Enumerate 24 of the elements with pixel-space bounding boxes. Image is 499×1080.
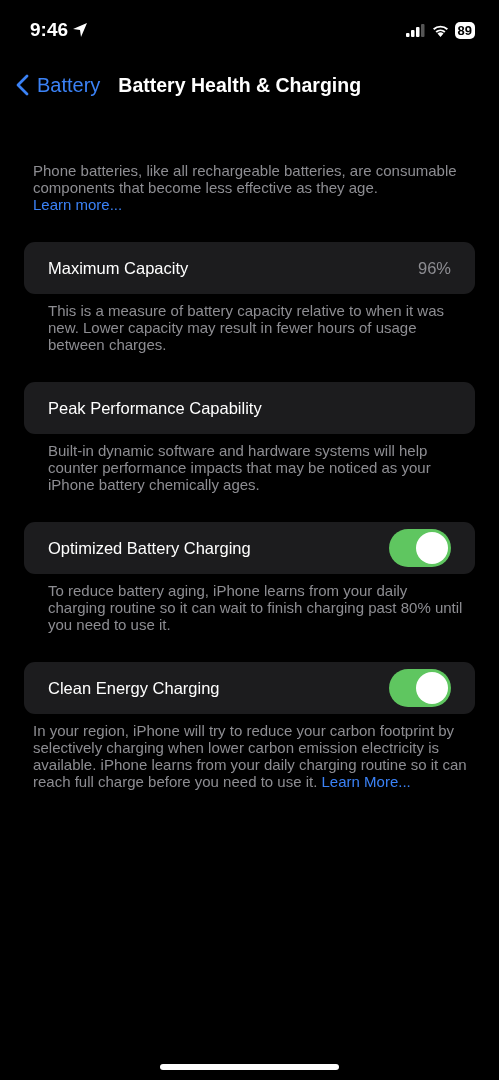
intro-text: Phone batteries, like all rechargeable batteries, are consumable components that become less effective as they age. Learn more... [33, 161, 458, 213]
row-label: Peak Performance Capability [48, 398, 262, 418]
row-label: Clean Energy Charging [48, 678, 220, 698]
row-label: Maximum Capacity [48, 258, 189, 278]
row-label: Optimized Battery Charging [48, 538, 251, 558]
page-title: Battery Health & Charging [118, 73, 362, 97]
settings-row[interactable]: Maximum Capacity 96% [24, 242, 475, 294]
toggle-switch[interactable] [389, 669, 451, 707]
learn-more-link[interactable]: Learn more... [33, 196, 123, 213]
footer-text: To reduce battery aging, iPhone learns from your daily charging routine so it can wait to finish charging past 80% until you need to use it. [48, 581, 464, 633]
status-time: 9:46 [30, 19, 69, 41]
battery-level: 89 [454, 21, 475, 39]
chevron-left-icon [16, 74, 29, 96]
footer-text: Built-in dynamic software and hardware systems will help counter performance impacts that may be noticed as your iPhone battery chemically ages. [48, 441, 432, 493]
footer-text: This is a measure of battery capacity relative to when it was new. Lower capacity may result in fewer hours of usage between charges. [48, 301, 445, 353]
footer-text: In your region, iPhone will try to reduce your carbon footprint by selectively charging when lower carbon emission electricity is available. iPhone learns from your daily charging routine so it can reach full charge before you need to use it. Learn More... [33, 721, 468, 790]
toggle-switch[interactable] [389, 529, 451, 567]
settings-row[interactable]: Peak Performance Capability [24, 382, 475, 434]
wifi-icon [431, 23, 449, 37]
location-arrow-icon [72, 22, 89, 38]
back-button[interactable]: Battery [16, 73, 101, 97]
signal-icon [405, 23, 426, 37]
row-value: 96% [417, 258, 451, 278]
learn-more-link[interactable]: Learn More... [321, 773, 411, 790]
